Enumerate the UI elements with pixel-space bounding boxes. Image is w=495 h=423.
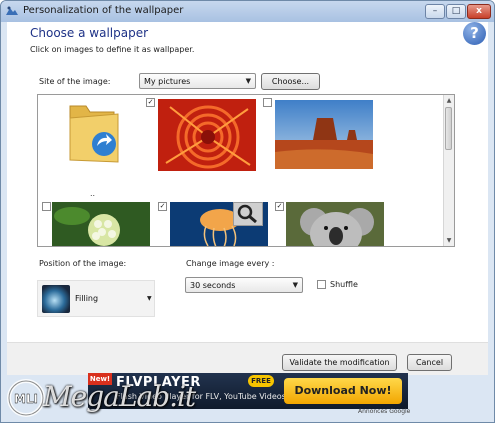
validate-button[interactable]: Validate the modification — [282, 354, 397, 371]
position-value: Filling — [75, 294, 99, 303]
watermark-logo-icon: MLI — [7, 379, 45, 417]
page-title: Choose a wallpaper — [30, 26, 149, 40]
help-icon[interactable]: ? — [463, 22, 486, 45]
checkbox-desert[interactable] — [263, 98, 272, 107]
site-watermark: MLI MegaLab.it — [0, 376, 200, 421]
minimize-button[interactable]: – — [425, 4, 445, 19]
image-gallery[interactable]: .. ✓ ✓ ✓ ▲ ▼ — [37, 94, 455, 247]
close-button[interactable]: x — [467, 4, 491, 19]
checkbox-hydrangea[interactable] — [42, 202, 51, 211]
site-select[interactable]: My pictures ▼ — [139, 73, 256, 89]
chevron-down-icon: ▼ — [292, 281, 298, 289]
page-subtitle: Click on images to define it as wallpape… — [30, 45, 195, 54]
thumbnail-hydrangea[interactable] — [52, 202, 150, 247]
thumbnail-desert[interactable] — [275, 100, 373, 169]
chevron-down-icon: ▼ — [147, 295, 152, 302]
scroll-thumb[interactable] — [445, 107, 452, 150]
site-label: Site of the image: — [39, 77, 111, 86]
checkbox-flower[interactable]: ✓ — [146, 98, 155, 107]
site-select-value: My pictures — [144, 77, 191, 86]
app-icon — [6, 6, 18, 15]
scroll-down-icon[interactable]: ▼ — [445, 236, 453, 245]
gallery-scrollbar[interactable]: ▲ ▼ — [443, 95, 454, 246]
shuffle-checkbox[interactable] — [317, 280, 326, 289]
title-bar[interactable]: Personalization of the wallpaper – □ x — [1, 1, 494, 22]
position-preview-icon — [42, 285, 70, 313]
zoom-button[interactable] — [233, 202, 263, 226]
magnifier-icon — [237, 204, 257, 224]
window-title: Personalization of the wallpaper — [23, 5, 184, 16]
svg-text:MLI: MLI — [14, 392, 38, 406]
position-select[interactable]: Filling ▼ — [37, 280, 155, 317]
chevron-down-icon: ▼ — [245, 77, 251, 85]
shuffle-label: Shuffle — [330, 280, 358, 289]
interval-value: 30 seconds — [190, 281, 236, 290]
thumbnail-red-flower[interactable] — [158, 99, 256, 171]
scroll-up-icon[interactable]: ▲ — [445, 96, 453, 105]
ad-free-badge: FREE — [248, 375, 274, 387]
interval-select[interactable]: 30 seconds ▼ — [185, 277, 303, 293]
folder-caption: .. — [90, 189, 96, 198]
ad-google-label[interactable]: Annonces Google — [358, 408, 410, 415]
cancel-button[interactable]: Cancel — [407, 354, 452, 371]
checkbox-koala[interactable]: ✓ — [275, 202, 284, 211]
thumbnail-koala[interactable] — [286, 202, 384, 247]
interval-label: Change image every : — [186, 259, 275, 268]
maximize-button[interactable]: □ — [446, 4, 466, 19]
folder-icon — [69, 105, 119, 163]
watermark-text: MegaLab.it — [43, 380, 196, 413]
position-label: Position of the image: — [39, 259, 127, 268]
download-now-button[interactable]: Download Now! — [284, 378, 402, 404]
choose-button[interactable]: Choose... — [261, 73, 320, 90]
checkbox-jellyfish[interactable]: ✓ — [158, 202, 167, 211]
